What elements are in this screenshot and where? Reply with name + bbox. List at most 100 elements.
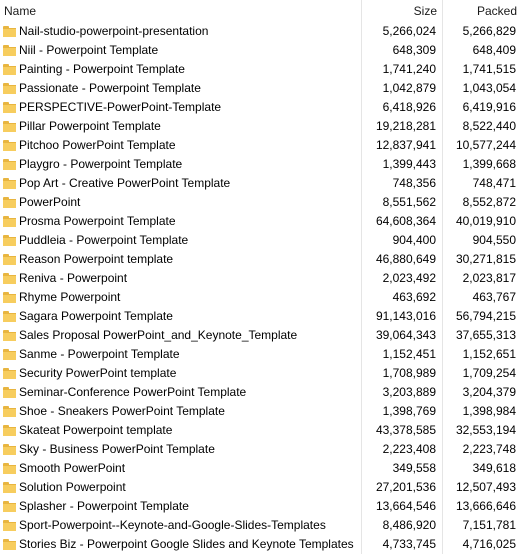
file-packed-size: 4,716,025 [462,537,516,551]
file-packed-size: 37,655,313 [455,328,516,342]
folder-icon [3,520,16,531]
file-name: PowerPoint [19,195,81,209]
file-name: Pitchoo PowerPoint Template [19,138,176,152]
file-size: 8,551,562 [382,195,436,209]
file-row[interactable]: Playgro - Powerpoint Template 1,399,443 1,… [0,155,523,174]
file-row[interactable]: Painting - Powerpoint Template 1,741,240 1… [0,60,523,79]
file-row[interactable]: Reniva - Powerpoint 2,023,492 2,023,817 [0,269,523,288]
file-size: 1,042,879 [382,81,436,95]
folder-icon [3,463,16,474]
folder-icon [3,349,16,360]
file-packed-size: 2,223,748 [462,442,516,456]
file-name: Security PowerPoint template [19,366,177,380]
file-packed-size: 5,266,829 [462,24,516,38]
file-row[interactable]: Skateat Powerpoint template 43,378,585 32,… [0,421,523,440]
folder-icon [3,140,16,151]
file-size: 1,741,240 [382,62,436,76]
folder-icon [3,178,16,189]
file-size: 46,880,649 [375,252,436,266]
file-name: Playgro - Powerpoint Template [19,157,183,171]
file-packed-size: 3,204,379 [462,385,516,399]
file-row[interactable]: Prosma Powerpoint Template 64,608,364 40,0… [0,212,523,231]
file-row[interactable]: Puddleia - Powerpoint Template 904,400 904… [0,231,523,250]
file-row[interactable]: Sagara Powerpoint Template 91,143,016 56,7… [0,307,523,326]
file-size: 13,664,546 [375,499,436,513]
folder-icon [3,216,16,227]
folder-icon [3,444,16,455]
file-row[interactable]: PowerPoint 8,551,562 8,552,872 [0,193,523,212]
folder-icon [3,292,16,303]
file-name: Solution Powerpoint [19,480,126,494]
file-row[interactable]: Seminar-Conference PowerPoint Template 3,… [0,383,523,402]
file-row[interactable]: Stories Biz - Powerpoint Google Slides a… [0,535,523,554]
folder-icon [3,368,16,379]
file-row[interactable]: Rhyme Powerpoint 463,692 463,767 [0,288,523,307]
file-name: Skateat Powerpoint template [19,423,173,437]
file-row[interactable]: Sport-Powerpoint--Keynote-and-Google-Sli… [0,516,523,535]
file-row[interactable]: Pitchoo PowerPoint Template 12,837,941 10,… [0,136,523,155]
file-size: 1,708,989 [382,366,436,380]
column-header-packed[interactable]: Packed [442,0,523,22]
file-name: PERSPECTIVE-PowerPoint-Template [19,100,222,114]
file-packed-size: 8,522,440 [462,119,516,133]
file-row[interactable]: Splasher - Powerpoint Template 13,664,546… [0,497,523,516]
folder-icon [3,45,16,56]
folder-icon [3,159,16,170]
folder-icon [3,311,16,322]
file-packed-size: 13,666,646 [455,499,516,513]
file-row[interactable]: Sanme - Powerpoint Template 1,152,451 1,15… [0,345,523,364]
file-row[interactable]: Security PowerPoint template 1,708,989 1,7… [0,364,523,383]
file-size: 648,309 [392,43,436,57]
file-packed-size: 648,409 [472,43,516,57]
file-size: 8,486,920 [382,518,436,532]
file-row[interactable]: Pillar Powerpoint Template 19,218,281 8,52… [0,117,523,136]
file-size: 6,418,926 [382,100,436,114]
file-size: 904,400 [392,233,436,247]
file-size: 64,608,364 [375,214,436,228]
file-size: 349,558 [392,461,436,475]
file-packed-size: 349,618 [472,461,516,475]
file-row[interactable]: Reason Powerpoint template 46,880,649 30,2… [0,250,523,269]
file-packed-size: 748,471 [472,176,516,190]
file-row[interactable]: Passionate - Powerpoint Template 1,042,87… [0,79,523,98]
file-name: Smooth PowerPoint [19,461,126,475]
file-row[interactable]: Sales Proposal PowerPoint_and_Keynote_Te… [0,326,523,345]
file-packed-size: 1,043,054 [462,81,516,95]
folder-icon [3,273,16,284]
file-name: Prosma Powerpoint Template [19,214,176,228]
file-size: 19,218,281 [375,119,436,133]
file-packed-size: 904,550 [472,233,516,247]
file-row[interactable]: Sky - Business PowerPoint Template 2,223,… [0,440,523,459]
file-name: Passionate - Powerpoint Template [19,81,201,95]
folder-icon [3,425,16,436]
file-name: Sky - Business PowerPoint Template [19,442,215,456]
file-packed-size: 6,419,916 [462,100,516,114]
file-row[interactable]: Solution Powerpoint 27,201,536 12,507,493 [0,478,523,497]
file-row[interactable]: PERSPECTIVE-PowerPoint-Template 6,418,926… [0,98,523,117]
file-packed-size: 8,552,872 [462,195,516,209]
file-size: 2,023,492 [382,271,436,285]
file-name: Splasher - Powerpoint Template [19,499,189,513]
file-row[interactable]: Pop Art - Creative PowerPoint Template 74… [0,174,523,193]
file-size: 12,837,941 [375,138,436,152]
folder-icon [3,501,16,512]
folder-icon [3,26,16,37]
file-size: 5,266,024 [382,24,436,38]
file-row[interactable]: Niil - Powerpoint Template 648,309 648,409 [0,41,523,60]
file-name: Shoe - Sneakers PowerPoint Template [19,404,225,418]
file-name: Sport-Powerpoint--Keynote-and-Google-Sli… [19,518,326,532]
file-name: Sagara Powerpoint Template [19,309,173,323]
file-packed-size: 56,794,215 [455,309,516,323]
folder-icon [3,406,16,417]
file-size: 39,064,343 [375,328,436,342]
column-header-size[interactable]: Size [361,0,442,22]
file-packed-size: 1,398,984 [462,404,516,418]
file-packed-size: 12,507,493 [455,480,516,494]
file-packed-size: 1,741,515 [462,62,516,76]
file-size: 3,203,889 [382,385,436,399]
file-packed-size: 40,019,910 [455,214,516,228]
file-packed-size: 32,553,194 [455,423,516,437]
file-row[interactable]: Smooth PowerPoint 349,558 349,618 [0,459,523,478]
file-row[interactable]: Nail-studio-powerpoint-presentation 5,266… [0,22,523,41]
file-row[interactable]: Shoe - Sneakers PowerPoint Template 1,398… [0,402,523,421]
